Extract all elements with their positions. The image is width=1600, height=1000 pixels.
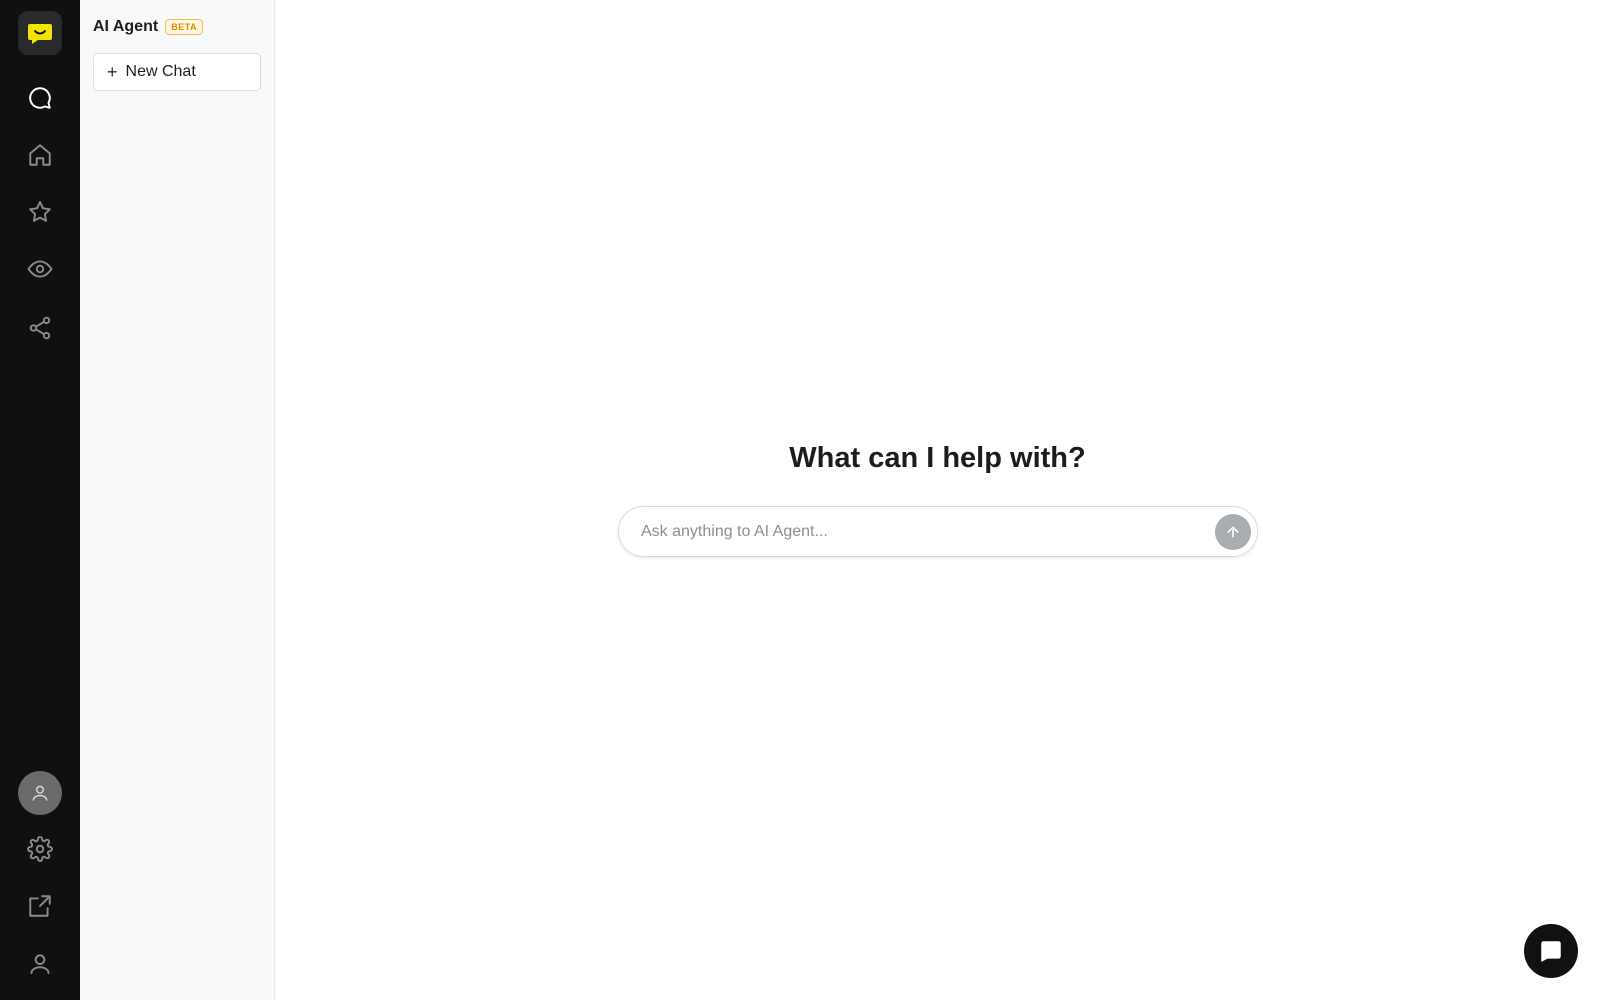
user-icon [30,954,50,974]
home-icon [29,144,51,166]
avatar-icon [32,785,48,801]
external-link-icon [29,895,51,917]
rail-profile-button[interactable] [20,944,60,984]
rail-star-button[interactable] [20,192,60,232]
chat-sidebar: AI Agent BETA + New Chat [80,0,275,1000]
support-chat-button[interactable] [1524,924,1578,978]
prompt-input[interactable] [641,507,1201,556]
new-chat-label: New Chat [125,63,196,80]
beta-badge: BETA [165,19,204,35]
avatar[interactable] [18,771,62,815]
plus-icon: + [107,62,118,82]
prompt-box [618,506,1258,557]
star-icon [29,201,51,222]
main-content: What can I help with? [275,0,1600,1000]
logo-icon [28,24,52,44]
message-icon [1541,941,1561,962]
arrow-up-icon [1227,526,1239,538]
icon-rail [0,0,80,1000]
app-logo[interactable] [18,11,62,55]
rail-home-button[interactable] [20,135,60,175]
gear-icon [27,836,53,862]
page-title: What can I help with? [789,442,1086,474]
rail-share-button[interactable] [20,308,60,348]
new-chat-button[interactable]: + New Chat [93,53,261,91]
send-button[interactable] [1215,514,1251,550]
chat-bubble-icon [29,87,51,109]
app-title: AI Agent [93,18,159,35]
rail-external-link-button[interactable] [20,886,60,926]
eye-icon [27,260,53,278]
rail-chat-button[interactable] [20,78,60,118]
rail-settings-button[interactable] [20,829,60,869]
sidebar-header: AI Agent BETA [93,18,204,36]
rail-eye-button[interactable] [20,249,60,289]
share-icon [29,316,51,340]
